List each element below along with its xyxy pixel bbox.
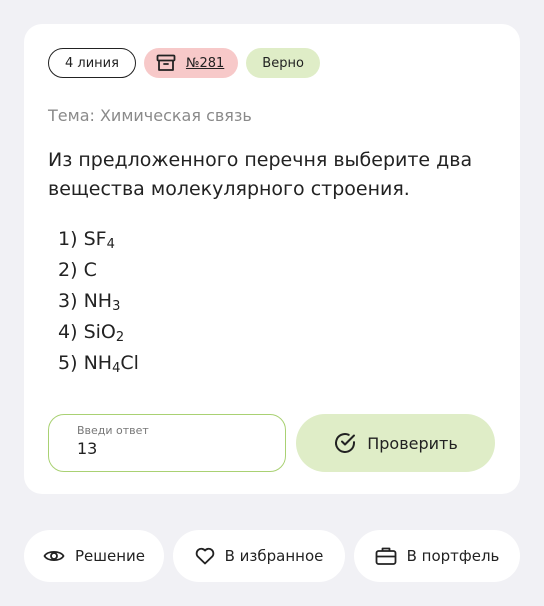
line-badge-label: 4 линия	[65, 55, 119, 71]
answer-field-label: Введи ответ	[77, 424, 149, 437]
status-badge: Верно	[246, 48, 320, 78]
favorite-button[interactable]: В избранное	[173, 530, 345, 582]
check-button-label: Проверить	[367, 433, 458, 453]
favorite-button-label: В избранное	[224, 547, 324, 565]
check-button[interactable]: Проверить	[296, 414, 495, 472]
answer-field[interactable]: Введи ответ 13	[48, 414, 286, 472]
option-item: 1) SF4	[58, 228, 115, 252]
task-badges: 4 линия №281 Верно	[48, 48, 320, 78]
option-item: 4) SiO2	[58, 321, 125, 345]
portfolio-button[interactable]: В портфель	[354, 530, 520, 582]
option-item: 5) NH4Cl	[58, 352, 139, 376]
answer-options: 1) SF4 2) C 3) NH3 4) SiO2 5) NH4Cl	[58, 224, 139, 379]
heart-icon	[195, 547, 215, 565]
task-card: 4 линия №281 Верно Тема: Химическая связ…	[24, 24, 520, 494]
eye-icon	[43, 548, 65, 564]
task-topic: Тема: Химическая связь	[48, 106, 252, 125]
portfolio-button-label: В портфель	[406, 547, 500, 565]
solution-button-label: Решение	[74, 547, 145, 565]
bottom-actions: Решение В избранное В портфель	[24, 530, 520, 582]
briefcase-icon	[375, 546, 397, 566]
option-item: 3) NH3	[58, 290, 121, 314]
status-badge-label: Верно	[262, 55, 304, 71]
solution-button[interactable]: Решение	[24, 530, 164, 582]
answer-field-value[interactable]: 13	[77, 439, 285, 458]
task-number-link[interactable]: №281	[186, 56, 224, 71]
option-item: 2) C	[58, 259, 97, 281]
check-circle-icon	[333, 431, 357, 455]
archive-box-icon	[156, 54, 176, 72]
line-badge: 4 линия	[48, 48, 136, 78]
task-question: Из предложенного перечня выберите два ве…	[48, 149, 473, 200]
task-number-badge[interactable]: №281	[143, 48, 239, 78]
